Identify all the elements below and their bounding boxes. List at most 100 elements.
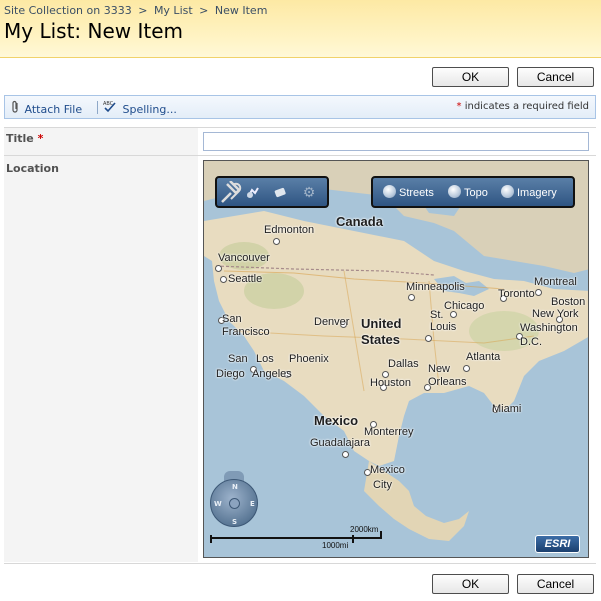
ok-button-top[interactable]: OK bbox=[432, 67, 509, 87]
map-label-city: Minneapolis bbox=[406, 281, 465, 293]
breadcrumb-current: New Item bbox=[214, 4, 268, 17]
breadcrumb-separator: > bbox=[199, 4, 209, 17]
map-label-city: Houston bbox=[370, 377, 411, 389]
paperclip-icon bbox=[11, 100, 21, 116]
attach-file-label: Attach File bbox=[24, 103, 83, 116]
title-label-text: Title bbox=[6, 132, 34, 145]
breadcrumb: Site Collection on 3333 > My List > New … bbox=[4, 4, 267, 17]
scale-tick bbox=[352, 535, 354, 543]
scale-line bbox=[210, 537, 382, 539]
compass-s: S bbox=[232, 518, 238, 526]
map-label-city: Vancouver bbox=[218, 252, 270, 264]
map-label-city: Dallas bbox=[388, 358, 419, 370]
map-label-city: Mexico bbox=[370, 464, 405, 476]
map-label-city: Louis bbox=[430, 321, 457, 333]
radio-icon bbox=[501, 185, 514, 198]
city-marker bbox=[450, 311, 457, 318]
attach-file-button[interactable]: Attach File bbox=[11, 100, 82, 116]
gear-icon[interactable]: ⚙ bbox=[300, 184, 318, 202]
city-marker bbox=[342, 451, 349, 458]
basemap-option-streets[interactable]: Streets bbox=[383, 185, 434, 199]
scale-mi: 1000mi bbox=[322, 541, 349, 550]
ok-button-bottom[interactable]: OK bbox=[432, 574, 509, 594]
map-label-city: Seattle bbox=[228, 273, 263, 285]
radio-icon bbox=[383, 185, 396, 198]
location-map[interactable]: Canada Edmonton Vancouver Seattle Minnea… bbox=[203, 160, 589, 558]
title-label: Title * bbox=[6, 132, 43, 145]
map-label-city: Phoenix bbox=[289, 353, 329, 365]
map-label-city: Boston bbox=[551, 296, 586, 308]
basemap-label: Streets bbox=[399, 187, 434, 199]
cancel-button-top[interactable]: Cancel bbox=[517, 67, 594, 87]
radio-icon bbox=[448, 185, 461, 198]
location-label-cell: Location bbox=[4, 156, 198, 562]
map-label-city: Denver bbox=[314, 316, 350, 328]
breadcrumb-separator: > bbox=[138, 4, 148, 17]
map-label-city: San bbox=[228, 353, 248, 365]
map-tools-panel: ⚙ bbox=[215, 176, 329, 208]
map-label-city: D.C. bbox=[520, 336, 542, 348]
map-label-city: Edmonton bbox=[264, 224, 315, 236]
basemap-label: Imagery bbox=[517, 187, 557, 199]
cancel-button-bottom[interactable]: Cancel bbox=[517, 574, 594, 594]
page-header: Site Collection on 3333 > My List > New … bbox=[0, 0, 601, 58]
scale-km: 2000km bbox=[350, 525, 379, 534]
breadcrumb-list-link[interactable]: My List bbox=[154, 4, 193, 17]
compass-n: N bbox=[232, 483, 238, 491]
map-label-city: Montreal bbox=[534, 276, 577, 288]
title-input[interactable] bbox=[203, 132, 589, 151]
compass-w: W bbox=[214, 500, 222, 508]
map-label-city: Chicago bbox=[444, 300, 485, 312]
city-marker bbox=[463, 365, 470, 372]
map-label-city: Atlanta bbox=[466, 351, 501, 363]
city-marker bbox=[408, 294, 415, 301]
city-marker bbox=[215, 265, 222, 272]
tools-icon[interactable] bbox=[219, 181, 243, 205]
city-marker bbox=[273, 238, 280, 245]
esri-logo: ESRI bbox=[535, 535, 580, 553]
title-label-cell: Title * bbox=[4, 128, 198, 155]
compass-center-icon bbox=[229, 498, 240, 509]
required-field-note: * indicates a required field bbox=[457, 101, 589, 112]
toolbar-divider bbox=[97, 101, 98, 114]
map-label-city: Orleans bbox=[428, 376, 467, 388]
basemap-option-topo[interactable]: Topo bbox=[448, 185, 488, 199]
map-label-city: New bbox=[428, 363, 451, 375]
map-label-country: United bbox=[361, 316, 402, 331]
basemap-option-imagery[interactable]: Imagery bbox=[501, 185, 557, 199]
map-label-city: St. bbox=[430, 309, 444, 321]
pan-icon[interactable] bbox=[245, 184, 263, 202]
required-note-text: indicates a required field bbox=[464, 101, 589, 112]
map-label-city: New York bbox=[532, 308, 579, 320]
map-label-city: Diego bbox=[216, 368, 245, 380]
map-label-country: Canada bbox=[336, 214, 383, 229]
city-marker bbox=[425, 335, 432, 342]
map-label-city: San bbox=[222, 313, 242, 325]
row-divider bbox=[4, 563, 596, 564]
title-required-star: * bbox=[37, 132, 44, 145]
city-marker bbox=[220, 276, 227, 283]
map-label-city: Los bbox=[256, 353, 274, 365]
spelling-label: Spelling... bbox=[122, 103, 177, 116]
map-label-country: States bbox=[361, 332, 401, 347]
map-label-city: Miami bbox=[492, 403, 522, 415]
compass-rose[interactable]: N S E W bbox=[210, 479, 258, 527]
map-label-city: Francisco bbox=[222, 326, 270, 338]
map-label-city: Washington bbox=[520, 322, 578, 334]
location-label: Location bbox=[6, 162, 59, 175]
compass-e: E bbox=[250, 500, 255, 508]
breadcrumb-site-link[interactable]: Site Collection on 3333 bbox=[4, 4, 132, 17]
scale-tick bbox=[380, 531, 382, 539]
spelling-button[interactable]: ABC Spelling... bbox=[103, 100, 177, 116]
eraser-icon[interactable] bbox=[272, 184, 290, 202]
form-toolbar: Attach File ABC Spelling... * indicates … bbox=[4, 95, 596, 119]
city-marker bbox=[535, 289, 542, 296]
scale-tick bbox=[210, 535, 212, 543]
map-label-city: Toronto bbox=[498, 288, 535, 300]
page-title: My List: New Item bbox=[4, 19, 184, 43]
spellcheck-icon: ABC bbox=[103, 100, 119, 116]
map-label-city: Angeles bbox=[252, 368, 292, 380]
basemap-label: Topo bbox=[464, 187, 488, 199]
map-label-city: Guadalajara bbox=[310, 437, 370, 449]
basemap-switcher: Streets Topo Imagery bbox=[371, 176, 575, 208]
